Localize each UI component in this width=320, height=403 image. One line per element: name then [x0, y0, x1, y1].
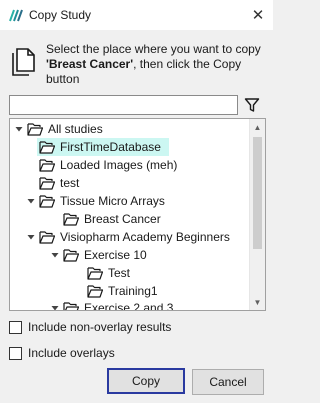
close-button[interactable]: ✕: [243, 0, 273, 30]
tree-node-label: All studies: [48, 122, 103, 136]
tree-node-all-studies[interactable]: All studies: [13, 120, 111, 138]
tree-node-tissue-micro-arrays[interactable]: Tissue Micro Arrays: [25, 192, 173, 210]
checkbox-box[interactable]: [9, 320, 22, 334]
folder-open-icon: [87, 267, 103, 280]
title-bar: Copy Study ✕: [0, 0, 273, 30]
expand-arrow-icon[interactable]: [13, 120, 25, 138]
checkbox-box[interactable]: [9, 346, 22, 360]
instruction-text: Select the place where you want to copy …: [46, 42, 261, 86]
checkbox-label: Include overlays: [28, 346, 115, 360]
include-overlays-checkbox[interactable]: Include overlays: [9, 346, 115, 360]
tree-node-label: Exercise 2 and 3: [84, 301, 174, 311]
include-non-overlay-checkbox[interactable]: Include non-overlay results: [9, 320, 171, 334]
expand-arrow-icon[interactable]: [25, 228, 37, 246]
folder-open-icon: [39, 177, 55, 190]
expand-arrow-icon[interactable]: [25, 192, 37, 210]
tree-node-firsttimedatabase[interactable]: FirstTimeDatabase: [37, 138, 169, 156]
folder-open-icon: [63, 302, 79, 310]
tree-node-label: Training1: [108, 284, 158, 298]
cancel-button[interactable]: Cancel: [192, 369, 264, 395]
folder-open-icon: [39, 141, 55, 154]
tree-node-label: Visiopharm Academy Beginners: [60, 230, 230, 244]
folder-open-icon: [39, 159, 55, 172]
close-icon: ✕: [251, 7, 265, 24]
scroll-up-icon[interactable]: ▲: [250, 119, 265, 135]
expand-arrow-icon[interactable]: [49, 246, 61, 264]
folder-open-icon: [87, 285, 103, 298]
study-name: 'Breast Cancer': [46, 57, 134, 71]
tree-node-exercise-2-and-3[interactable]: Exercise 2 and 3: [49, 299, 181, 311]
search-input[interactable]: [9, 95, 238, 115]
tree-node-test-sub[interactable]: Test: [85, 264, 138, 282]
copy-document-icon: [12, 48, 35, 76]
folder-open-icon: [63, 249, 79, 262]
tree-node-training1[interactable]: Training1: [85, 282, 166, 300]
window-title: Copy Study: [29, 8, 92, 22]
tree-scrollbar[interactable]: ▲ ▼: [249, 119, 265, 310]
tree-node-exercise-10[interactable]: Exercise 10: [49, 246, 155, 264]
tree-node-label: Tissue Micro Arrays: [60, 194, 165, 208]
folder-open-icon: [27, 123, 43, 136]
tree-node-label: Test: [108, 266, 131, 280]
tree-node-label: FirstTimeDatabase: [60, 140, 161, 154]
tree-node-label: test: [60, 176, 80, 190]
tree-node-label: Loaded Images (meh): [60, 158, 178, 172]
tree-node-breast-cancer[interactable]: Breast Cancer: [61, 210, 169, 228]
folder-open-icon: [63, 213, 79, 226]
tree-node-label: Exercise 10: [84, 248, 147, 262]
study-tree[interactable]: All studies FirstTimeDatabase Loaded Ima…: [9, 118, 266, 311]
folder-open-icon: [39, 231, 55, 244]
tree-node-label: Breast Cancer: [84, 212, 161, 226]
tree-node-test[interactable]: test: [37, 174, 87, 192]
tree-node-loaded-images[interactable]: Loaded Images (meh): [37, 156, 185, 174]
tree-node-visiopharm-academy[interactable]: Visiopharm Academy Beginners: [25, 228, 238, 246]
expand-arrow-icon[interactable]: [49, 299, 61, 310]
app-logo-icon: [9, 9, 23, 22]
checkbox-label: Include non-overlay results: [28, 320, 172, 334]
folder-open-icon: [39, 195, 55, 208]
scrollbar-thumb[interactable]: [253, 137, 262, 249]
scroll-down-icon[interactable]: ▼: [250, 294, 265, 310]
filter-icon[interactable]: [244, 97, 260, 113]
copy-button[interactable]: Copy: [107, 368, 185, 394]
